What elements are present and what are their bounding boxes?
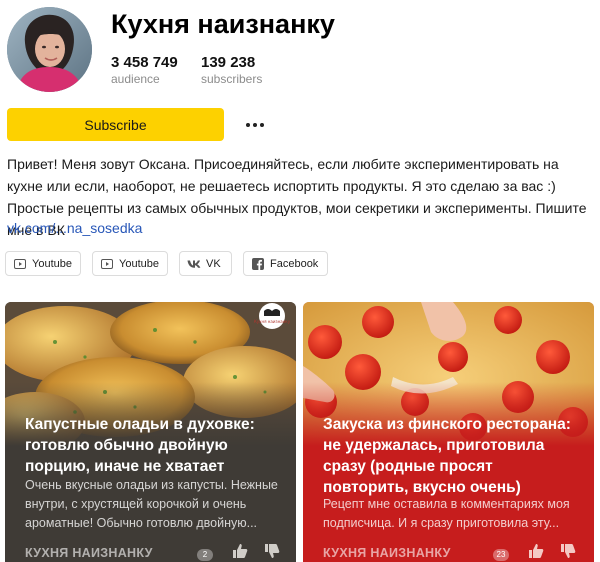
more-options-button[interactable] [240, 112, 270, 138]
comments-count[interactable]: 23 [493, 549, 509, 561]
article-source[interactable]: КУХНЯ НАИЗНАНКУ [25, 546, 153, 560]
article-snippet: Очень вкусные оладьи из капусты. Нежные … [25, 478, 278, 530]
audience-stat: 3 458 749 audience [111, 54, 178, 86]
subscribers-value: 139 238 [201, 54, 256, 71]
avatar-photo [7, 7, 92, 92]
facebook-link[interactable]: Facebook [243, 251, 328, 276]
dot-icon [246, 123, 250, 127]
card-footer: КУХНЯ НАИЗНАНКУ 23 [323, 544, 585, 562]
youtube-icon [100, 257, 114, 271]
audience-value: 3 458 749 [111, 54, 178, 71]
youtube-link-label: Youtube [32, 257, 72, 270]
subscribers-stat: 139 238 subscribers [201, 54, 262, 86]
article-title: Закуска из финского ресторана: не удержа… [323, 416, 571, 496]
dislike-icon[interactable] [559, 542, 577, 560]
avatar[interactable] [7, 7, 92, 92]
vk-icon [187, 257, 201, 271]
article-source[interactable]: КУХНЯ НАИЗНАНКУ [323, 546, 451, 560]
card-footer: КУХНЯ НАИЗНАНКУ 2 [25, 544, 287, 562]
article-snippet: Рецепт мне оставила в комментариях моя п… [323, 497, 570, 530]
comments-count[interactable]: 2 [197, 549, 213, 561]
vk-link[interactable]: VK [179, 251, 232, 276]
youtube-icon [13, 257, 27, 271]
vk-profile-link[interactable]: vk.com/...na_sosedka [7, 218, 142, 238]
facebook-icon [251, 257, 265, 271]
article-card[interactable]: Закуска из финского ресторана: не удержа… [303, 302, 594, 562]
dislike-icon[interactable] [263, 542, 281, 560]
article-title: Капустные оладьи в духовке: готовлю обыч… [25, 416, 255, 475]
audience-label: audience [111, 72, 160, 86]
channel-header: Кухня наизнанку 3 458 749 audience 139 2… [7, 7, 593, 93]
like-icon[interactable] [527, 542, 545, 560]
channel-logo-text: Кухня наизнанку [254, 319, 291, 324]
dot-icon [253, 123, 257, 127]
youtube-link-label: Youtube [119, 257, 159, 270]
article-card[interactable]: Кухня наизнанку Капустные оладьи в духов… [5, 302, 296, 562]
dot-icon [260, 123, 264, 127]
facebook-link-label: Facebook [270, 257, 319, 270]
vk-link-label: VK [206, 257, 221, 270]
youtube-link-1[interactable]: Youtube [5, 251, 81, 276]
like-icon[interactable] [231, 542, 249, 560]
subscribe-button[interactable]: Subscribe [7, 108, 224, 141]
channel-title: Кухня наизнанку [111, 9, 335, 39]
subscribers-label: subscribers [201, 72, 263, 86]
youtube-link-2[interactable]: Youtube [92, 251, 168, 276]
